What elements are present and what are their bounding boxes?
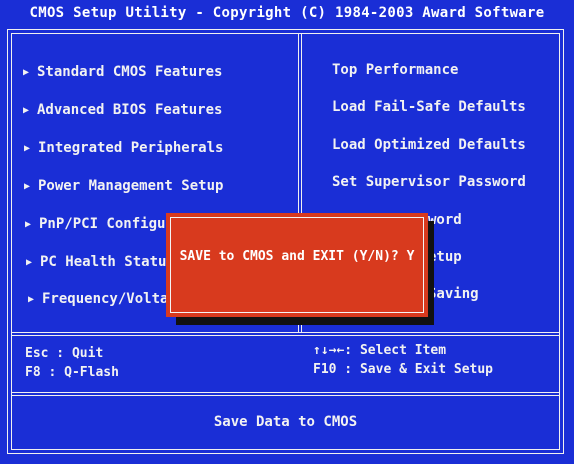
hint-select-item: ↑↓→←: Select Item [313, 343, 447, 358]
menu-item-label: Load Fail-Safe Defaults [332, 99, 526, 115]
arrow-icon: ▶ [26, 257, 33, 268]
status-text: Save Data to CMOS [213, 414, 358, 430]
menu-item-label: PnP/PCI Configura [39, 216, 183, 232]
menu-item-load-fail-safe-defaults[interactable]: Load Fail-Safe Defaults [332, 99, 526, 115]
menu-item-label: PC Health Status [40, 254, 175, 270]
menu-item-integrated-peripherals[interactable]: ▶ Integrated Peripherals [24, 140, 223, 156]
hint-esc-quit: Esc : Quit [25, 346, 104, 361]
menu-item-advanced-bios-features[interactable]: ▶ Advanced BIOS Features [23, 102, 222, 118]
arrow-icon: ▶ [24, 143, 31, 154]
menu-item-label: Frequency/Voltage [42, 291, 186, 307]
menu-item-top-performance[interactable]: Top Performance [332, 62, 458, 78]
arrow-icon: ▶ [25, 219, 32, 230]
dialog-prompt: SAVE to CMOS and EXIT (Y/N)? Y [179, 249, 415, 264]
arrow-icon: ▶ [24, 181, 31, 192]
menu-item-load-optimized-defaults[interactable]: Load Optimized Defaults [332, 137, 526, 153]
menu-item-exit-without-saving[interactable]: Saving [428, 286, 479, 302]
window-title: CMOS Setup Utility - Copyright (C) 1984-… [29, 5, 545, 21]
hint-divider-bottom [12, 392, 559, 396]
menu-item-set-supervisor-password[interactable]: Set Supervisor Password [332, 174, 526, 190]
menu-item-label: Set Supervisor Password [332, 174, 526, 190]
menu-item-label: Load Optimized Defaults [332, 137, 526, 153]
menu-item-label: Standard CMOS Features [37, 64, 223, 80]
menu-item-label: Integrated Peripherals [38, 140, 224, 156]
save-exit-dialog[interactable]: SAVE to CMOS and EXIT (Y/N)? Y [166, 213, 428, 317]
hint-f8-qflash: F8 : Q-Flash [25, 365, 119, 380]
menu-item-pc-health-status[interactable]: ▶ PC Health Status [26, 254, 175, 270]
arrow-icon: ▶ [23, 67, 30, 78]
menu-item-label: Top Performance [332, 62, 459, 78]
menu-item-frequency-voltage[interactable]: ▶ Frequency/Voltage [28, 291, 185, 307]
dialog-border [170, 217, 424, 313]
menu-item-label: Advanced BIOS Features [37, 102, 223, 118]
bios-screen: CMOS Setup Utility - Copyright (C) 1984-… [0, 0, 574, 464]
menu-item-label: Power Management Setup [38, 178, 224, 194]
hint-divider-top [12, 332, 559, 336]
menu-item-pnp-pci-configuration[interactable]: ▶ PnP/PCI Configura [25, 216, 182, 232]
arrow-icon: ▶ [23, 105, 30, 116]
menu-item-power-management-setup[interactable]: ▶ Power Management Setup [24, 178, 223, 194]
menu-item-standard-cmos-features[interactable]: ▶ Standard CMOS Features [23, 64, 222, 80]
arrow-icon: ▶ [28, 294, 35, 305]
menu-item-label: Saving [428, 286, 479, 302]
hint-f10-save-exit: F10 : Save & Exit Setup [313, 362, 494, 377]
